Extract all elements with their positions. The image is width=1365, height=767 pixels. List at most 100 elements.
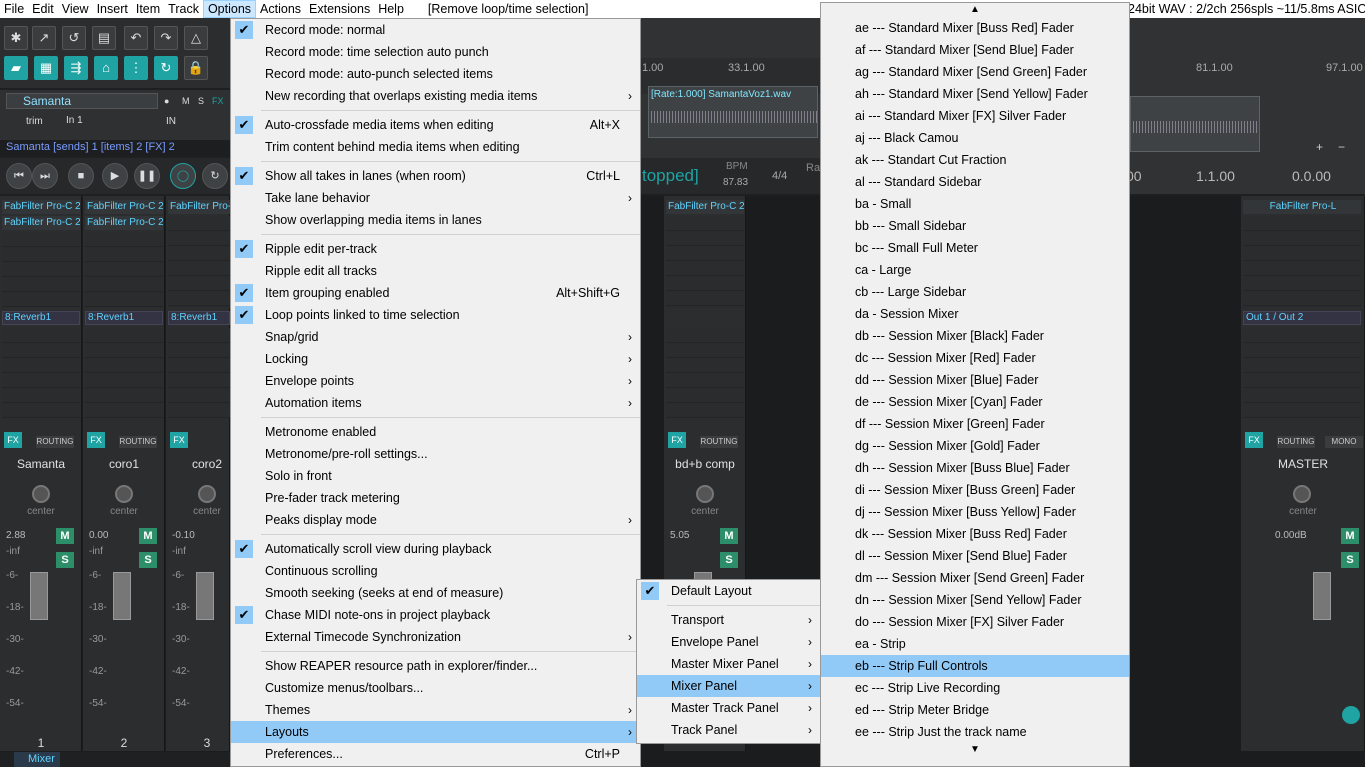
volume-fader[interactable] (30, 572, 48, 620)
menu-item-show-all-takes-in-lanes-when-room[interactable]: ✔ Show all takes in lanes (when room) Ctrl… (231, 165, 640, 187)
layout-option[interactable]: ah --- Standard Mixer [Send Yellow] Fade… (821, 83, 1129, 105)
routing-button[interactable]: ROUTING (1277, 436, 1315, 448)
layout-option[interactable]: eb --- Strip Full Controls (821, 655, 1129, 677)
lock-icon[interactable]: 🔒 (184, 56, 208, 80)
send-empty-slots[interactable] (168, 328, 230, 418)
fx-slot[interactable]: FabFilter Pro-C 2 (85, 200, 163, 214)
routing-button[interactable]: ROUTING (700, 436, 738, 448)
pause-icon[interactable]: ❚❚ (134, 163, 160, 189)
volume-fader[interactable] (196, 572, 214, 620)
menu-item-metronome-enabled[interactable]: Metronome enabled (231, 421, 640, 443)
strip-name[interactable]: coro1 (83, 457, 165, 471)
layout-option[interactable]: dj --- Session Mixer [Buss Yellow] Fader (821, 501, 1129, 523)
gear-icon[interactable] (1342, 706, 1360, 724)
menu-item-ripple-edit-all-tracks[interactable]: Ripple edit all tracks (231, 260, 640, 282)
fx-button[interactable]: FX (170, 432, 188, 448)
track-name-field[interactable]: Samanta (6, 93, 158, 109)
layout-option[interactable]: dg --- Session Mixer [Gold] Fader (821, 435, 1129, 457)
layout-option[interactable]: df --- Session Mixer [Green] Fader (821, 413, 1129, 435)
menu-item-record-mode-time-selection-auto-punch[interactable]: Record mode: time selection auto punch (231, 41, 640, 63)
solo-button[interactable]: S (139, 552, 157, 568)
layout-option[interactable]: bc --- Small Full Meter (821, 237, 1129, 259)
layout-option[interactable]: ai --- Standard Mixer [FX] Silver Fader (821, 105, 1129, 127)
fx-button[interactable]: FX (87, 432, 105, 448)
menu-item-metronome-pre-roll-settings[interactable]: Metronome/pre-roll settings... (231, 443, 640, 465)
fx-slot[interactable]: FabFilter Pro-C (168, 200, 230, 214)
menu-item-locking[interactable]: Locking › (231, 348, 640, 370)
send-empty-slots[interactable] (1243, 328, 1361, 418)
scroll-up-icon[interactable]: ▲ (821, 3, 1129, 17)
layout-option[interactable]: ak --- Standart Cut Fraction (821, 149, 1129, 171)
fx-empty-slots[interactable] (168, 216, 230, 308)
volume-readout[interactable]: 0.00 (89, 530, 108, 541)
grid-icon[interactable]: ▦ (34, 56, 58, 80)
menu-item-layouts[interactable]: Layouts › (231, 721, 640, 743)
layout-option[interactable]: ag --- Standard Mixer [Send Green] Fader (821, 61, 1129, 83)
fx-slot[interactable]: FabFilter Pro-C 2 (85, 216, 163, 230)
send-empty-slots[interactable] (2, 328, 80, 418)
layout-option[interactable]: ca - Large (821, 259, 1129, 281)
fx-slot[interactable]: FabFilter Pro-L (1243, 200, 1361, 214)
layout-option[interactable]: dm --- Session Mixer [Send Green] Fader (821, 567, 1129, 589)
layout-option[interactable]: cb --- Large Sidebar (821, 281, 1129, 303)
menu-item-envelope-panel[interactable]: Envelope Panel › (637, 631, 820, 653)
menu-item-mixer-panel[interactable]: Mixer Panel › (637, 675, 820, 697)
menu-item-track-panel[interactable]: Track Panel › (637, 719, 820, 741)
stop-icon[interactable]: ■ (68, 163, 94, 189)
pan-knob[interactable] (115, 485, 133, 503)
pan-knob[interactable] (1293, 485, 1311, 503)
repeat-icon[interactable]: ↻ (202, 163, 228, 189)
solo-button[interactable]: S (720, 552, 738, 568)
menu-item-trim-content-behind-media-items-when-editing[interactable]: Trim content behind media items when edi… (231, 136, 640, 158)
layout-option[interactable]: di --- Session Mixer [Buss Green] Fader (821, 479, 1129, 501)
layout-option[interactable]: ec --- Strip Live Recording (821, 677, 1129, 699)
track-fx-button[interactable]: FX (212, 96, 224, 106)
send-empty-slots[interactable] (85, 328, 163, 418)
send-empty-slots[interactable] (666, 328, 744, 418)
fx-button[interactable]: FX (1245, 432, 1263, 448)
pan-knob[interactable] (198, 485, 216, 503)
menu-extensions[interactable]: Extensions (305, 0, 374, 18)
layout-option[interactable]: dc --- Session Mixer [Red] Fader (821, 347, 1129, 369)
layout-option[interactable]: ea - Strip (821, 633, 1129, 655)
fx-button[interactable]: FX (4, 432, 22, 448)
volume-fader[interactable] (1313, 572, 1331, 620)
menu-item-ripple-edit-per-track[interactable]: ✔ Ripple edit per-track (231, 238, 640, 260)
ripple-icon[interactable]: ⇶ (64, 56, 88, 80)
menu-item-auto-crossfade-media-items-when-editing[interactable]: ✔ Auto-crossfade media items when editing… (231, 114, 640, 136)
layout-option[interactable]: dh --- Session Mixer [Buss Blue] Fader (821, 457, 1129, 479)
mute-button[interactable]: M (56, 528, 74, 544)
layout-option[interactable]: af --- Standard Mixer [Send Blue] Fader (821, 39, 1129, 61)
menu-item-show-overlapping-media-items-in-lanes[interactable]: Show overlapping media items in lanes (231, 209, 640, 231)
zoom-in-icon[interactable]: + (1316, 140, 1323, 154)
solo-button[interactable]: S (56, 552, 74, 568)
menu-item-item-grouping-enabled[interactable]: ✔ Item grouping enabled Alt+Shift+G (231, 282, 640, 304)
time-display-1[interactable]: 1.1.00 (1196, 168, 1235, 184)
menu-item-preferences[interactable]: Preferences... Ctrl+P (231, 743, 640, 765)
menu-item-peaks-display-mode[interactable]: Peaks display mode › (231, 509, 640, 531)
time-display-2[interactable]: 0.0.00 (1292, 168, 1331, 184)
menu-item-master-mixer-panel[interactable]: Master Mixer Panel › (637, 653, 820, 675)
group-icon[interactable]: ⌂ (94, 56, 118, 80)
envelope-icon[interactable]: ⋮ (124, 56, 148, 80)
layout-option[interactable]: db --- Session Mixer [Black] Fader (821, 325, 1129, 347)
layout-option[interactable]: da - Session Mixer (821, 303, 1129, 325)
layout-option[interactable]: dl --- Session Mixer [Send Blue] Fader (821, 545, 1129, 567)
fx-empty-slots[interactable] (666, 216, 744, 308)
routing-button[interactable]: ROUTING (119, 436, 157, 448)
play-icon[interactable]: ▶ (102, 163, 128, 189)
strip-name[interactable]: bd+b comp (664, 457, 746, 471)
layout-option[interactable]: ba - Small (821, 193, 1129, 215)
volume-readout[interactable]: 2.88 (6, 530, 25, 541)
menu-item-smooth-seeking-seeks-at-end-of-measure[interactable]: Smooth seeking (seeks at end of measure) (231, 582, 640, 604)
zoom-out-icon[interactable]: − (1338, 140, 1345, 154)
volume-readout[interactable]: -0.10 (172, 530, 195, 541)
menu-item-external-timecode-synchronization[interactable]: External Timecode Synchronization › (231, 626, 640, 648)
mixer-tab[interactable]: Mixer (14, 752, 60, 767)
layout-option[interactable]: dk --- Session Mixer [Buss Red] Fader (821, 523, 1129, 545)
fx-button[interactable]: FX (668, 432, 686, 448)
menu-item-new-recording-that-overlaps-existing-media-items[interactable]: New recording that overlaps existing med… (231, 85, 640, 107)
menu-help[interactable]: Help (374, 0, 408, 18)
record-icon[interactable]: ◯ (170, 163, 196, 189)
loop-icon[interactable]: ↻ (154, 56, 178, 80)
